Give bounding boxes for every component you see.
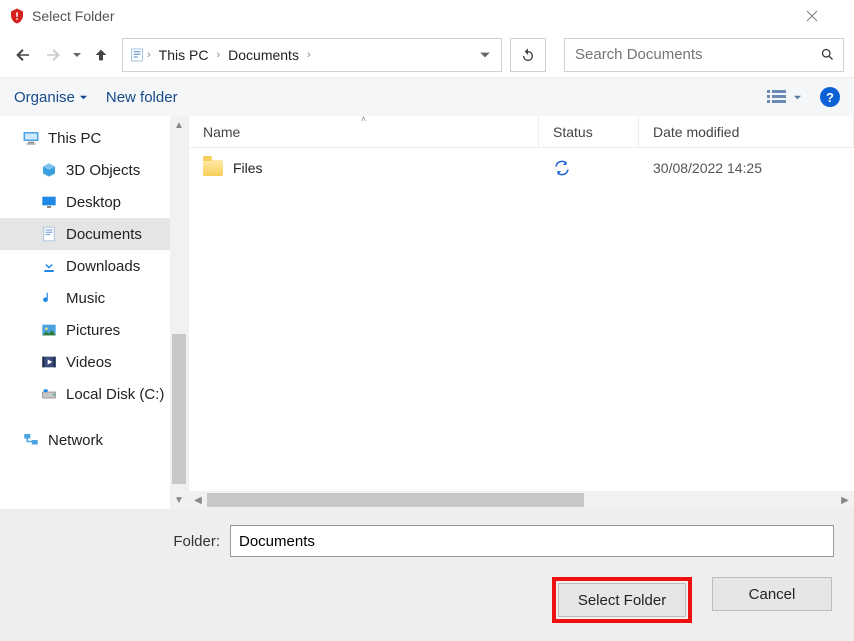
- document-icon: [40, 225, 58, 243]
- view-options-button[interactable]: [767, 89, 802, 105]
- tree-downloads[interactable]: Downloads: [0, 250, 188, 282]
- chevron-right-icon[interactable]: ›: [305, 49, 313, 61]
- nav-bar: › This PC › Documents ›: [0, 32, 854, 78]
- download-icon: [40, 257, 58, 275]
- tree-label: Videos: [66, 354, 112, 371]
- tree-3d-objects[interactable]: 3D Objects: [0, 154, 188, 186]
- new-folder-button[interactable]: New folder: [106, 89, 178, 106]
- dialog-body: This PC 3D Objects Desktop Documents Dow…: [0, 116, 854, 509]
- breadcrumb-documents[interactable]: Documents: [222, 47, 305, 63]
- pictures-icon: [40, 321, 58, 339]
- tree-pictures[interactable]: Pictures: [0, 314, 188, 346]
- select-folder-button[interactable]: Select Folder: [558, 583, 686, 617]
- search-icon[interactable]: [820, 47, 835, 62]
- address-dropdown[interactable]: [475, 49, 495, 61]
- tree-videos[interactable]: Videos: [0, 346, 188, 378]
- file-list-pane: Name ˄ Status Date modified Files: [188, 116, 854, 509]
- computer-icon: [22, 129, 40, 147]
- desktop-icon: [40, 193, 58, 211]
- tree-music[interactable]: Music: [0, 282, 188, 314]
- folder-input-row: Folder:: [20, 525, 834, 557]
- organise-label: Organise: [14, 89, 75, 106]
- chevron-right-icon[interactable]: ›: [145, 49, 153, 61]
- highlight-box: Select Folder: [552, 577, 692, 623]
- tree-label: Local Disk (C:): [66, 386, 164, 403]
- tree-local-disk[interactable]: Local Disk (C:): [0, 378, 188, 410]
- back-button[interactable]: [10, 40, 36, 70]
- item-name: Files: [233, 160, 263, 176]
- sort-indicator-icon: ˄: [361, 114, 366, 124]
- tree-label: Downloads: [66, 258, 140, 275]
- column-label: Status: [553, 124, 593, 140]
- tree-scrollbar[interactable]: ▲ ▼: [170, 116, 188, 509]
- list-h-scrollbar[interactable]: ◀ ▶: [189, 491, 854, 509]
- search-box[interactable]: [564, 38, 844, 72]
- folder-icon: [203, 160, 223, 176]
- tree-label: This PC: [48, 130, 101, 147]
- refresh-button[interactable]: [510, 38, 546, 72]
- column-status[interactable]: Status: [539, 116, 639, 147]
- scroll-thumb[interactable]: [207, 493, 584, 507]
- tree-network[interactable]: Network: [0, 424, 188, 456]
- tree-documents[interactable]: Documents: [0, 218, 188, 250]
- close-button[interactable]: [806, 10, 846, 22]
- item-date: 30/08/2022 14:25: [653, 160, 762, 176]
- button-label: Select Folder: [578, 592, 666, 609]
- app-icon: [8, 7, 26, 25]
- network-icon: [22, 431, 40, 449]
- titlebar: Select Folder: [0, 0, 854, 32]
- navigation-pane: This PC 3D Objects Desktop Documents Dow…: [0, 116, 188, 509]
- music-icon: [40, 289, 58, 307]
- tree-label: Pictures: [66, 322, 120, 339]
- forward-button[interactable]: [40, 40, 66, 70]
- scroll-right-icon[interactable]: ▶: [836, 495, 854, 506]
- list-item[interactable]: Files 30/08/2022 14:25: [189, 148, 854, 188]
- search-input[interactable]: [573, 45, 820, 64]
- column-label: Date modified: [653, 124, 739, 140]
- column-label: Name: [203, 124, 240, 140]
- tree-label: Documents: [66, 226, 142, 243]
- scroll-left-icon[interactable]: ◀: [189, 495, 207, 506]
- cube-icon: [40, 161, 58, 179]
- new-folder-label: New folder: [106, 89, 178, 106]
- sync-icon: [553, 159, 571, 177]
- address-bar[interactable]: › This PC › Documents ›: [122, 38, 502, 72]
- select-folder-dialog: Select Folder › This PC › Documents ›: [0, 0, 854, 641]
- toolbar: Organise New folder ?: [0, 78, 854, 116]
- cancel-button[interactable]: Cancel: [712, 577, 832, 611]
- tree-label: Network: [48, 432, 103, 449]
- scroll-up-icon[interactable]: ▲: [170, 116, 188, 134]
- drive-icon: [40, 385, 58, 403]
- recent-dropdown[interactable]: [70, 40, 84, 70]
- dialog-footer: Folder: Select Folder Cancel: [0, 509, 854, 641]
- organise-menu[interactable]: Organise: [14, 89, 88, 106]
- scroll-thumb[interactable]: [172, 334, 186, 484]
- videos-icon: [40, 353, 58, 371]
- chevron-right-icon[interactable]: ›: [214, 49, 222, 61]
- column-name[interactable]: Name ˄: [189, 116, 539, 147]
- file-list[interactable]: Files 30/08/2022 14:25: [189, 148, 854, 491]
- help-button[interactable]: ?: [820, 87, 840, 107]
- button-label: Cancel: [749, 586, 796, 603]
- column-date[interactable]: Date modified: [639, 116, 854, 147]
- folder-label: Folder:: [20, 533, 220, 550]
- scroll-down-icon[interactable]: ▼: [170, 491, 188, 509]
- column-headers: Name ˄ Status Date modified: [189, 116, 854, 148]
- breadcrumb-this-pc[interactable]: This PC: [153, 47, 215, 63]
- window-title: Select Folder: [32, 8, 806, 24]
- tree-this-pc[interactable]: This PC: [0, 122, 188, 154]
- button-row: Select Folder Cancel: [20, 577, 834, 623]
- folder-name-input[interactable]: [230, 525, 834, 557]
- tree-label: 3D Objects: [66, 162, 140, 179]
- tree-desktop[interactable]: Desktop: [0, 186, 188, 218]
- up-button[interactable]: [88, 40, 114, 70]
- address-icon: [129, 47, 145, 63]
- tree-label: Desktop: [66, 194, 121, 211]
- tree-label: Music: [66, 290, 105, 307]
